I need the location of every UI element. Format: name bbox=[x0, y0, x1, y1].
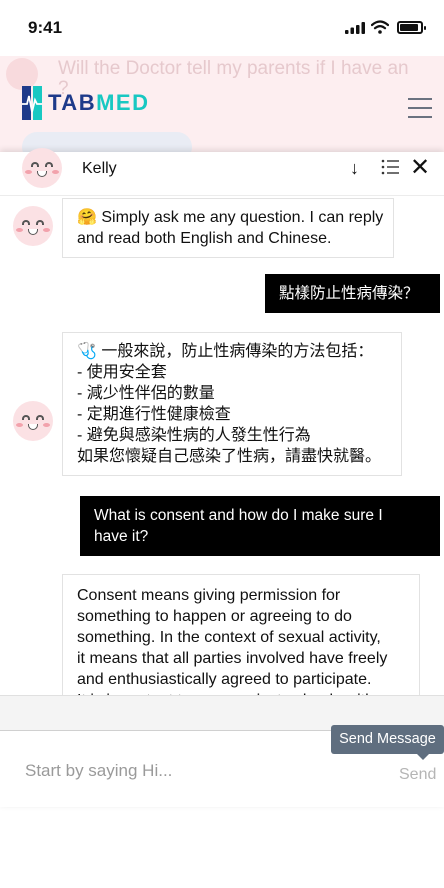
status-time: 9:41 bbox=[28, 18, 63, 37]
bot-message: 🤗 Simply ask me any question. I can repl… bbox=[62, 198, 394, 258]
agent-name: Kelly bbox=[82, 160, 117, 177]
send-message-tooltip: Send Message bbox=[331, 725, 444, 760]
background-message-preview: Will the Doctor tell my parents if I hav… bbox=[58, 58, 409, 79]
bot-avatar bbox=[13, 206, 53, 246]
message-list: 🤗 Simply ask me any question. I can repl… bbox=[0, 196, 444, 695]
agent-avatar bbox=[22, 148, 62, 188]
list-icon[interactable] bbox=[381, 158, 399, 176]
bot-avatar bbox=[13, 401, 53, 441]
chat-panel: Kelly ↓ ✕ 🤗 Simply ask me any question. … bbox=[0, 148, 444, 807]
heartbeat-logo-icon bbox=[22, 86, 42, 120]
tabmed-logo[interactable]: TABMED bbox=[22, 86, 149, 120]
send-button[interactable]: Send bbox=[399, 766, 436, 784]
user-message: 點樣防止性病傳染？ bbox=[265, 274, 440, 313]
cellular-signal-icon bbox=[345, 22, 365, 34]
user-message: What is consent and how do I make sure I… bbox=[80, 496, 440, 556]
bot-message: 🩺 一般來說，防止性病傳染的方法包括： - 使用安全套 - 減少性伴侶的數量 -… bbox=[62, 332, 402, 476]
app-header: Will the Doctor tell my parents if I hav… bbox=[0, 56, 444, 152]
close-icon[interactable]: ✕ bbox=[410, 153, 430, 182]
menu-icon[interactable] bbox=[408, 98, 432, 118]
logo-wordmark: TABMED bbox=[48, 90, 150, 115]
chat-header: Kelly ↓ ✕ bbox=[0, 148, 444, 196]
wifi-icon bbox=[371, 20, 389, 34]
message-input[interactable] bbox=[25, 761, 325, 781]
bot-message: Consent means giving permission for some… bbox=[62, 574, 420, 695]
status-bar: 9:41 bbox=[0, 0, 444, 56]
arrow-down-icon[interactable]: ↓ bbox=[350, 158, 359, 179]
battery-icon bbox=[397, 21, 426, 34]
